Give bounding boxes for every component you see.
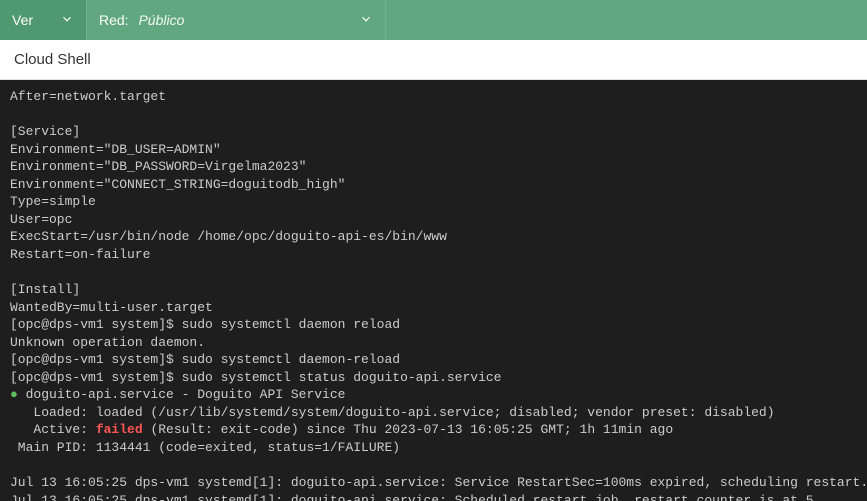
terminal-line — [10, 263, 857, 281]
terminal-line: ● doguito-api.service - Doguito API Serv… — [10, 386, 857, 404]
terminal-line: Active: failed (Result: exit-code) since… — [10, 421, 857, 439]
top-bar: Ver Red: Público — [0, 0, 867, 40]
terminal-output[interactable]: After=network.target [Service]Environmen… — [0, 80, 867, 501]
terminal-line: ExecStart=/usr/bin/node /home/opc/doguit… — [10, 228, 857, 246]
terminal-line: User=opc — [10, 211, 857, 229]
terminal-line: After=network.target — [10, 88, 857, 106]
chevron-down-icon — [60, 12, 74, 29]
terminal-line: Jul 13 16:05:25 dps-vm1 systemd[1]: dogu… — [10, 492, 857, 501]
terminal-line: Type=simple — [10, 193, 857, 211]
terminal-line: [Install] — [10, 281, 857, 299]
terminal-line: [opc@dps-vm1 system]$ sudo systemctl dae… — [10, 351, 857, 369]
app-title: Cloud Shell — [14, 51, 91, 68]
view-dropdown-label: Ver — [12, 12, 33, 28]
terminal-line: Environment="DB_PASSWORD=Virgelma2023" — [10, 158, 857, 176]
terminal-line: Environment="DB_USER=ADMIN" — [10, 141, 857, 159]
terminal-line — [10, 106, 857, 124]
terminal-line: [opc@dps-vm1 system]$ sudo systemctl sta… — [10, 369, 857, 387]
terminal-line: Loaded: loaded (/usr/lib/systemd/system/… — [10, 404, 857, 422]
terminal-line — [10, 456, 857, 474]
network-dropdown[interactable]: Red: Público — [86, 0, 386, 40]
terminal-line: [Service] — [10, 123, 857, 141]
app-title-bar: Cloud Shell — [0, 40, 867, 80]
terminal-line: Unknown operation daemon. — [10, 334, 857, 352]
chevron-down-icon — [359, 12, 373, 29]
terminal-line: Environment="CONNECT_STRING=doguitodb_hi… — [10, 176, 857, 194]
terminal-line: Restart=on-failure — [10, 246, 857, 264]
terminal-line: Jul 13 16:05:25 dps-vm1 systemd[1]: dogu… — [10, 474, 857, 492]
network-dropdown-label: Red: Público — [99, 12, 184, 28]
terminal-line: [opc@dps-vm1 system]$ sudo systemctl dae… — [10, 316, 857, 334]
view-dropdown[interactable]: Ver — [0, 0, 86, 40]
terminal-line: Main PID: 1134441 (code=exited, status=1… — [10, 439, 857, 457]
terminal-line: WantedBy=multi-user.target — [10, 299, 857, 317]
